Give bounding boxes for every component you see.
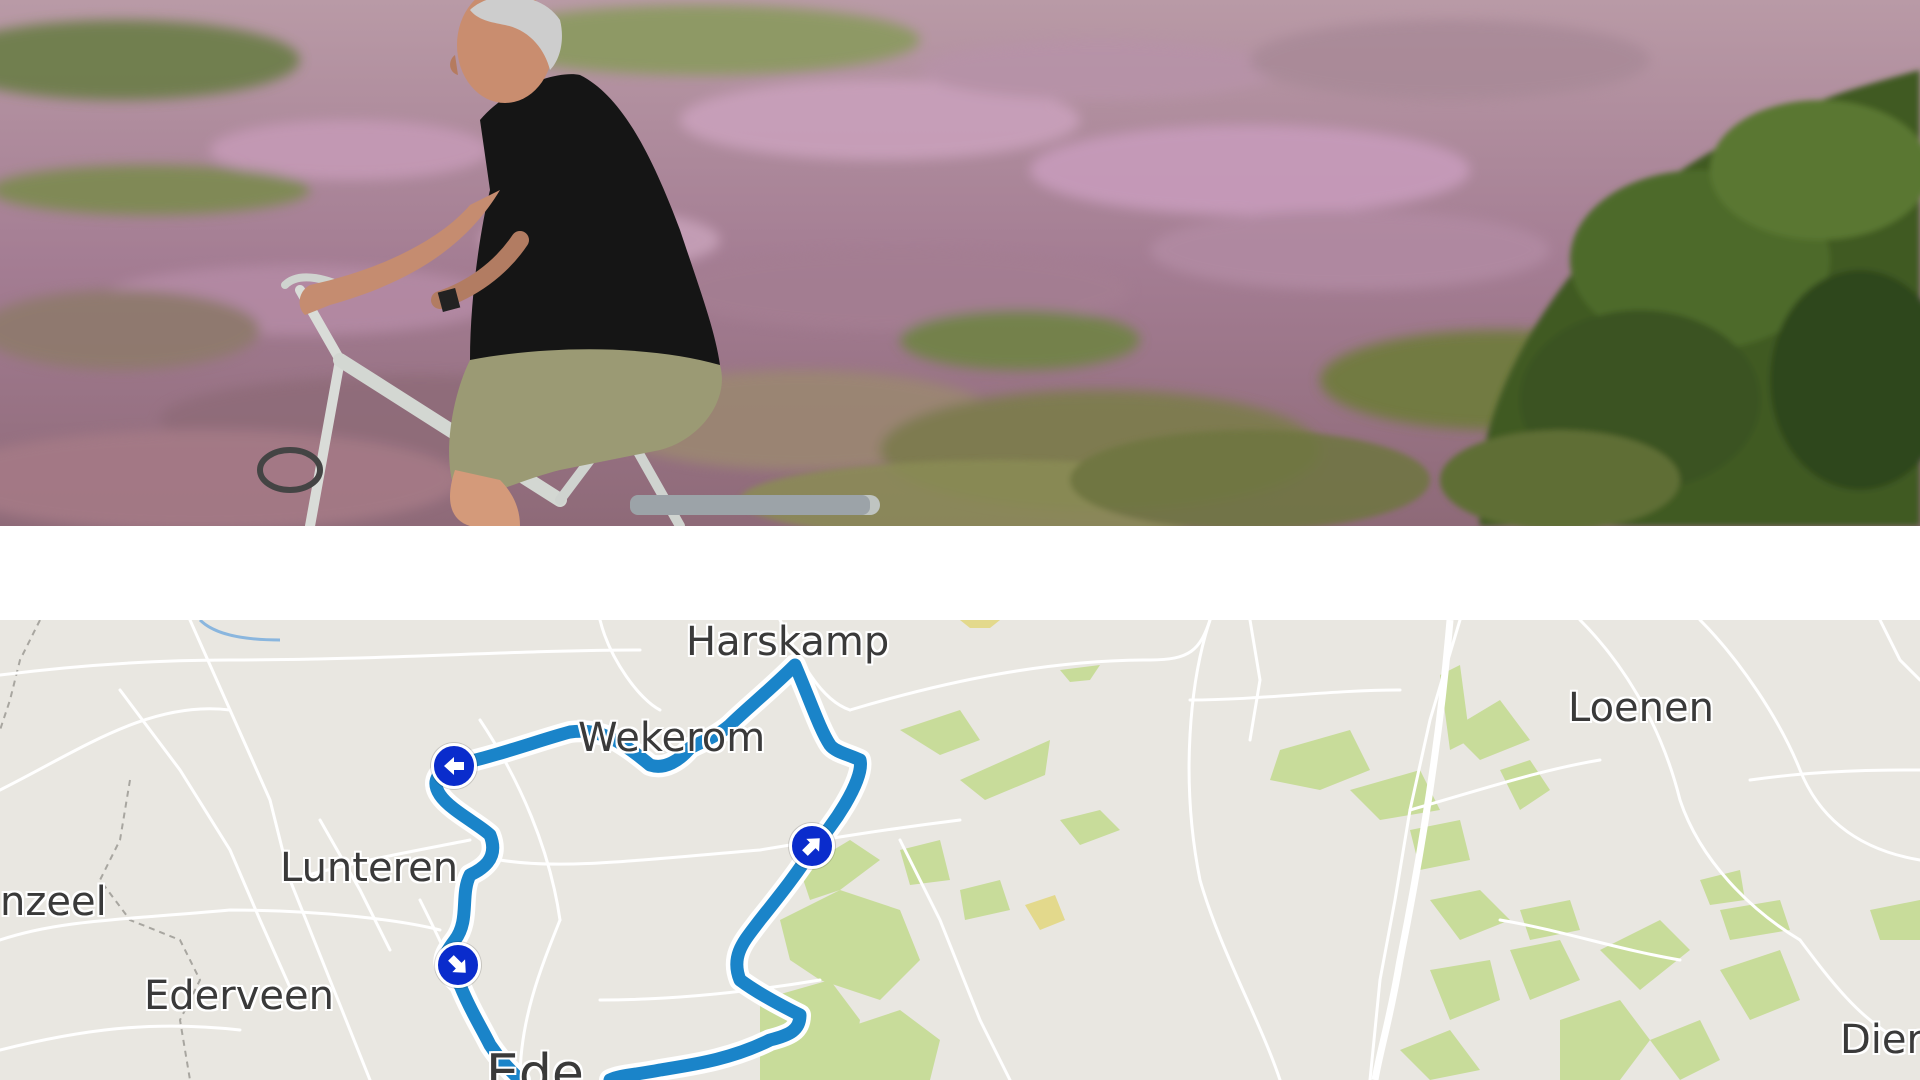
route-marker-turn-down-right[interactable] [435, 942, 481, 988]
route-map[interactable]: Harskamp Wekerom Loenen Lunteren nzeel E… [0, 620, 1920, 1080]
hero-photo [0, 0, 1920, 526]
forest-areas [760, 665, 1920, 1080]
arrow-left-icon [444, 757, 464, 775]
hero-photo-illustration [0, 0, 1920, 526]
page: Harskamp Wekerom Loenen Lunteren nzeel E… [0, 0, 1920, 1080]
place-label-renswoude: nzeel [0, 879, 107, 925]
arrow-down-right-icon [448, 955, 466, 973]
place-label-harskamp: Harskamp [686, 620, 890, 665]
place-label-lunteren: Lunteren [280, 845, 459, 891]
route-marker-turn-up-right[interactable] [789, 823, 835, 869]
place-label-ede: Ede [486, 1044, 584, 1080]
arrow-up-right-icon [802, 838, 820, 856]
place-label-wekerom: Wekerom [578, 715, 766, 761]
section-spacer [0, 526, 1920, 620]
place-label-ederveen: Ederveen [144, 973, 334, 1019]
place-label-loenen: Loenen [1568, 685, 1714, 731]
place-label-dieren: Dier [1840, 1017, 1920, 1063]
route-marker-turn-left[interactable] [431, 743, 477, 789]
